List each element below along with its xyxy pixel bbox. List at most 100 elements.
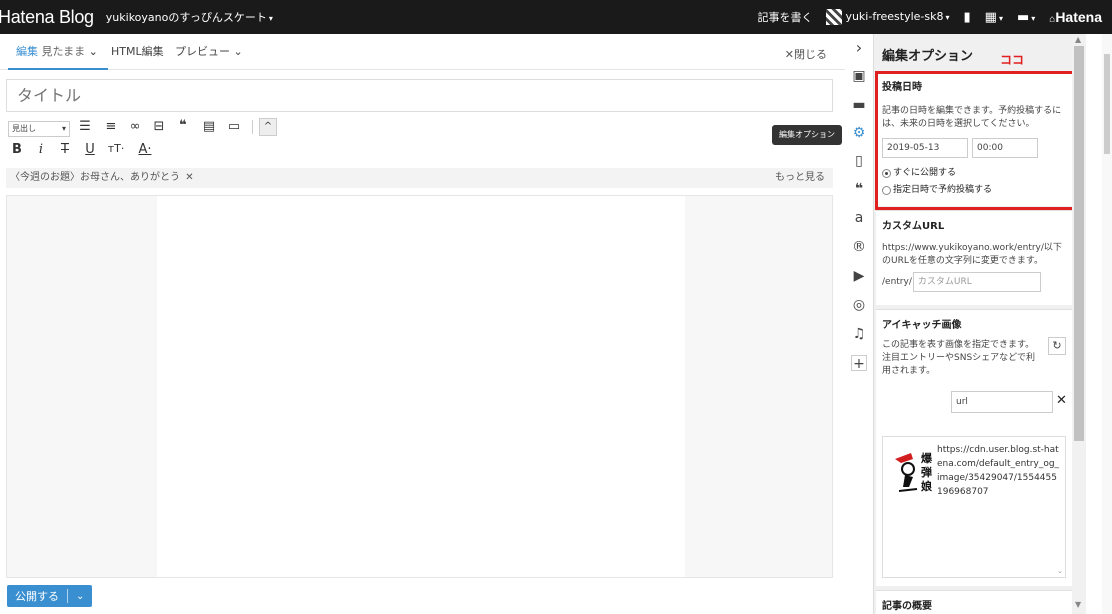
text-color-icon[interactable]: A· — [136, 142, 154, 157]
page-scrollbar[interactable] — [1102, 34, 1112, 614]
write-article-link[interactable]: 記事を書く — [757, 9, 812, 25]
horizontal-rule-icon[interactable]: ⊟ — [150, 119, 168, 134]
blog-editor-page: Hatena Blog yukikoyanoのすっぴんスケート ▾ 記事を書く y… — [0, 0, 1112, 614]
eyecatch-image-url: https://cdn.user.blog.st-hatena.com/defa… — [937, 445, 1060, 497]
avatar — [826, 9, 843, 25]
annotation-label: ココ — [1000, 53, 1025, 67]
bookmark-icon[interactable]: ▮ — [963, 10, 970, 25]
eyecatch-thumbnail: 爆 弾 娘 — [895, 451, 933, 493]
table-icon[interactable]: ▤ — [200, 119, 218, 134]
user-name: yuki-freestyle-sk8 — [845, 10, 944, 23]
topic-more-link[interactable]: もっと見る — [775, 168, 825, 188]
topic-bar: 〈今週のお題〉お母さん、ありがとう ✕ もっと見る — [6, 168, 833, 188]
heading-select[interactable]: 見出し ▾ — [8, 121, 70, 137]
sidebar-icon-column: › ▣ ▬ ⚙ ▯ ❝ a ® ▶ ◎ ♫ + — [845, 34, 873, 614]
tab-edit-label: 編集 — [16, 45, 38, 58]
tab-edit[interactable]: 編集 見たまま ⌄ — [8, 42, 108, 70]
collapse-panel-icon[interactable]: › — [851, 40, 867, 56]
scroll-up-icon[interactable]: ▲ — [1075, 35, 1081, 44]
svg-text:弾: 弾 — [921, 465, 932, 479]
close-button[interactable]: ✕閉じる — [785, 46, 827, 62]
svg-text:爆: 爆 — [921, 451, 933, 465]
grid-menu-icon[interactable]: ▦ ▾ — [985, 10, 1003, 25]
document-icon[interactable]: ▯ — [851, 153, 867, 169]
custom-url-section: カスタムURL https://www.yukikoyano.work/entr… — [876, 210, 1072, 305]
hatena-logo-text: Hatena — [1055, 9, 1102, 25]
eyecatch-url-input[interactable]: url — [951, 391, 1053, 413]
close-icon: ✕ — [784, 48, 794, 61]
publish-dropdown-icon[interactable]: ⌄ — [68, 591, 92, 602]
resize-handle-icon[interactable]: ⌄ — [1057, 567, 1063, 575]
summary-heading: 記事の概要 — [882, 601, 932, 612]
rakuten-icon[interactable]: ® — [851, 239, 867, 255]
highlight-box — [875, 71, 1075, 210]
custom-url-heading: カスタムURL — [882, 221, 945, 232]
music-icon[interactable]: ♫ — [851, 326, 867, 342]
tab-html[interactable]: HTML編集 — [111, 42, 164, 70]
numbered-list-icon[interactable]: ≡ — [102, 119, 120, 134]
instagram-icon[interactable]: ◎ — [851, 297, 867, 313]
refresh-icon[interactable]: ↻ — [1048, 337, 1066, 355]
user-menu[interactable]: yuki-freestyle-sk8 ▾ — [826, 9, 949, 25]
top-bar: Hatena Blog yukikoyanoのすっぴんスケート ▾ 記事を書く y… — [0, 0, 1112, 34]
top-right-nav: 記事を書く yuki-freestyle-sk8 ▾ ▮ ▦ ▾ ▬ ▾ ⌂Haten… — [757, 0, 1102, 34]
editor-area — [6, 195, 833, 578]
options-tooltip: 編集オプション — [772, 125, 842, 145]
folder-icon[interactable]: ▬ — [851, 97, 867, 113]
youtube-icon[interactable]: ▶ — [851, 268, 867, 284]
tab-preview-label: プレビュー — [175, 45, 230, 58]
blog-name-menu[interactable]: yukikoyanoのすっぴんスケート ▾ — [106, 9, 273, 25]
chevron-down-icon: ⌄ — [88, 45, 98, 58]
hatena-link[interactable]: ⌂Hatena — [1049, 9, 1102, 25]
caret-down-icon: ▾ — [61, 124, 66, 133]
custom-url-description: https://www.yukikoyano.work/entry/以下のURL… — [882, 243, 1062, 266]
heading-select-value: 見出し — [12, 124, 36, 133]
photo-icon[interactable]: ▣ — [851, 68, 867, 84]
clear-url-icon[interactable]: ✕ — [1056, 393, 1067, 408]
panel-title: 編集オプション — [882, 49, 974, 64]
caret-down-icon: ▾ — [945, 13, 950, 22]
more-icon[interactable]: ▭ — [225, 119, 243, 134]
chevron-down-icon: ⌄ — [233, 45, 243, 58]
remove-topic-icon[interactable]: ✕ — [185, 172, 193, 183]
font-size-icon[interactable]: тT· — [107, 142, 125, 155]
topic-text: 〈今週のお題〉お母さん、ありがとう — [10, 172, 180, 183]
close-label: 閉じる — [794, 48, 827, 61]
caret-down-icon: ▾ — [268, 14, 273, 23]
publish-button-group: 公開する ⌄ — [7, 585, 93, 607]
quote-icon[interactable]: ❝ — [851, 181, 867, 197]
link-icon[interactable]: ∞ — [126, 119, 144, 134]
eyecatch-section: アイキャッチ画像 この記事を表す画像を指定できます。注目エントリーやSNSシェア… — [876, 309, 1072, 586]
panel-scrollbar[interactable]: ▲ ▼ — [1072, 34, 1086, 614]
bullet-list-icon[interactable]: ☰ — [76, 119, 94, 134]
page-scroll-thumb[interactable] — [1104, 54, 1110, 154]
eyecatch-image-box[interactable]: 爆 弾 娘 https://cdn.user.blog.st-hatena.co… — [882, 436, 1066, 578]
custom-url-input[interactable]: カスタムURL — [912, 272, 1041, 292]
custom-url-prefix: /entry/ — [882, 276, 912, 287]
amazon-icon[interactable]: a — [851, 210, 867, 226]
toolbar-divider — [252, 120, 253, 134]
add-icon[interactable]: + — [851, 355, 867, 372]
brand-logo[interactable]: Hatena Blog — [0, 7, 94, 28]
strikethrough-icon[interactable]: T — [56, 142, 74, 157]
gear-icon[interactable]: ⚙ — [851, 125, 867, 141]
tab-preview[interactable]: プレビュー ⌄ — [175, 42, 243, 70]
italic-icon[interactable]: i — [32, 142, 50, 157]
editor-body[interactable] — [157, 196, 685, 577]
blog-name-label: yukikoyanoのすっぴんスケート — [105, 11, 267, 24]
tab-edit-mode: 見たまま — [41, 45, 86, 58]
notification-icon[interactable]: ▬ ▾ — [1017, 10, 1035, 25]
formatting-toolbar: 見出し ▾ ☰ ≡ ∞ ⊟ ❝ ▤ ▭ ^ B i T U тT· A· — [6, 118, 826, 164]
underline-icon[interactable]: U — [81, 142, 99, 157]
svg-text:娘: 娘 — [921, 479, 932, 493]
collapse-toolbar-button[interactable]: ^ — [259, 118, 277, 136]
quote-icon[interactable]: ❝ — [174, 118, 192, 133]
title-input[interactable] — [6, 79, 833, 112]
editor-tabs: 編集 見たまま ⌄ HTML編集 プレビュー ⌄ ✕閉じる — [0, 34, 845, 70]
summary-section: 記事の概要 — [876, 590, 1072, 614]
eyecatch-description: この記事を表す画像を指定できます。注目エントリーやSNSシェアなどで利用されます… — [882, 340, 1035, 376]
panel-scroll-thumb[interactable] — [1074, 46, 1084, 441]
bold-icon[interactable]: B — [8, 142, 26, 157]
publish-button[interactable]: 公開する — [7, 588, 67, 604]
scroll-down-icon[interactable]: ▼ — [1075, 600, 1081, 609]
